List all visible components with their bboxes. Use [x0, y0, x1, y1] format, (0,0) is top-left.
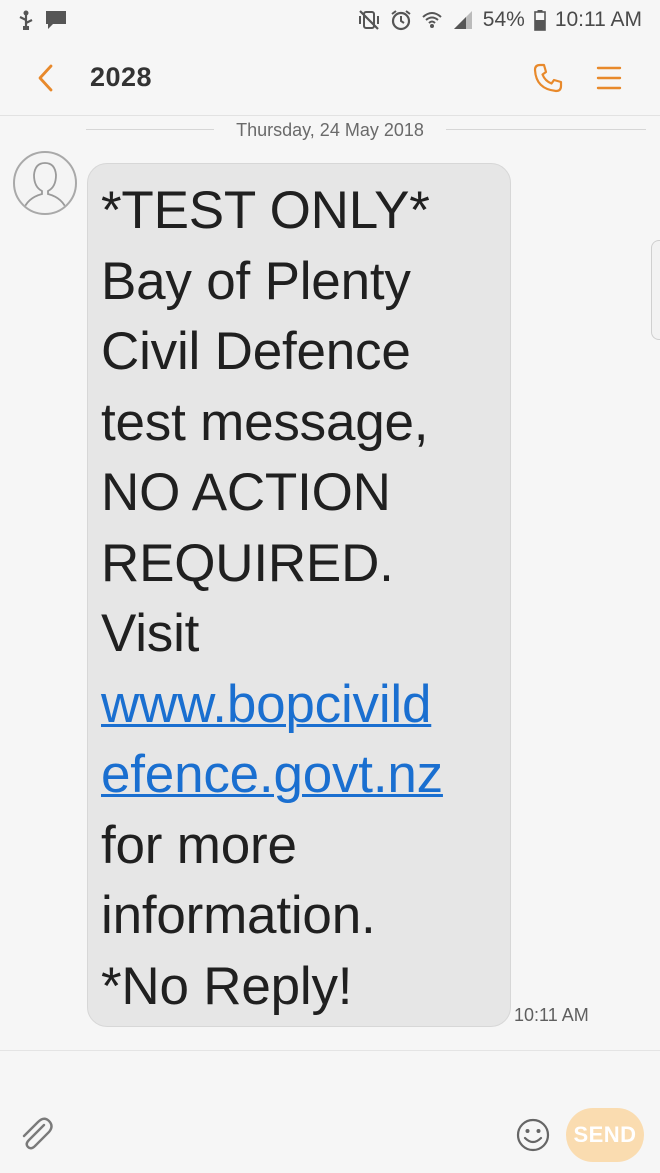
phone-icon [533, 63, 563, 93]
contact-title: 2028 [90, 62, 153, 92]
scroll-handle[interactable] [651, 240, 660, 340]
menu-button[interactable] [592, 60, 626, 96]
usb-debug-icon [16, 9, 36, 31]
status-right: 54% 10:11 AM [357, 8, 642, 32]
message-timestamp: 10:11 AM [514, 1005, 589, 1025]
compose-bar: SEND [0, 1051, 660, 1173]
messages-screen: 54% 10:11 AM 2028 Thursday, 24 May 2018 … [0, 0, 660, 1173]
paperclip-icon [22, 1117, 53, 1150]
call-button[interactable] [530, 60, 566, 96]
message-link[interactable]: www.bopcivild efence.govt.nz [101, 675, 443, 805]
status-left [16, 9, 68, 31]
back-chevron-icon [38, 64, 53, 92]
default-avatar-icon [22, 162, 68, 212]
wifi-icon [421, 9, 443, 31]
back-button[interactable] [30, 62, 60, 94]
contact-avatar[interactable] [13, 151, 77, 215]
signal-icon [452, 9, 474, 31]
message-text-intro: *TEST ONLY* Bay of Plenty Civil Defence … [101, 181, 430, 663]
header-divider [0, 115, 660, 116]
emoji-button[interactable] [513, 1115, 553, 1155]
menu-icon [596, 66, 622, 90]
battery-percent: 54% [482, 8, 525, 31]
message-notification-icon [44, 9, 68, 31]
message-input[interactable] [70, 1113, 500, 1157]
status-time: 10:11 AM [554, 8, 642, 31]
message-text: *TEST ONLY* Bay of Plenty Civil Defence … [101, 176, 500, 1022]
message-text-outro: for more information. *No Reply! [101, 815, 376, 1016]
battery-icon [534, 9, 546, 31]
date-line-left [86, 129, 214, 130]
message-bubble[interactable]: *TEST ONLY* Bay of Plenty Civil Defence … [87, 163, 511, 1027]
vibrate-mute-icon [357, 9, 381, 31]
send-button[interactable]: SEND [566, 1108, 644, 1162]
status-bar: 54% 10:11 AM [0, 0, 660, 40]
date-line-right [446, 129, 646, 130]
conversation-header: 2028 [0, 40, 660, 116]
emoji-icon [516, 1118, 550, 1152]
attach-button[interactable] [16, 1113, 56, 1155]
date-separator: Thursday, 24 May 2018 [0, 118, 660, 142]
date-label: Thursday, 24 May 2018 [236, 119, 424, 140]
alarm-icon [390, 9, 412, 31]
